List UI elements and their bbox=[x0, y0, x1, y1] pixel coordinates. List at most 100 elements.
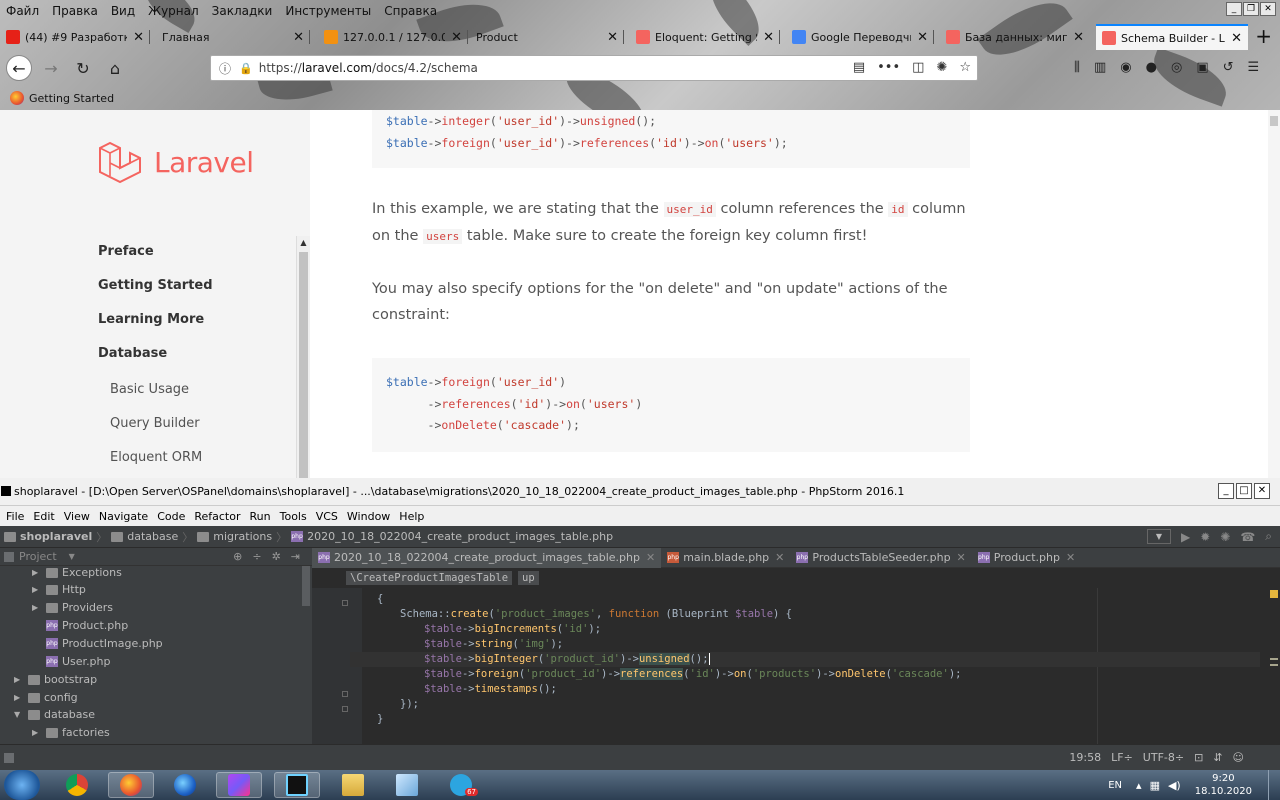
run-config-dropdown[interactable]: ▼ bbox=[1146, 529, 1171, 544]
menu-help[interactable]: Help bbox=[399, 510, 424, 523]
crumb-project[interactable]: shoplaravel bbox=[4, 530, 92, 543]
menu-run[interactable]: Run bbox=[250, 510, 271, 523]
menu-file[interactable]: Файл bbox=[6, 4, 39, 18]
info-icon[interactable]: ⓘ bbox=[219, 60, 231, 77]
menu-help[interactable]: Справка bbox=[384, 4, 437, 18]
taskbar-telegram[interactable]: 67 bbox=[438, 772, 484, 798]
close-tab-icon[interactable]: ✕ bbox=[451, 30, 462, 45]
project-scrollbar[interactable] bbox=[302, 566, 310, 606]
fold-marker-icon[interactable] bbox=[342, 706, 348, 712]
lock-icon[interactable]: ⊡ bbox=[1194, 751, 1203, 764]
menu-navigate[interactable]: Navigate bbox=[99, 510, 148, 523]
project-view-selector[interactable]: Project bbox=[19, 550, 57, 563]
editor-tab[interactable]: php ProductsTableSeeder.php ✕ bbox=[790, 548, 971, 568]
close-tab-icon[interactable]: ✕ bbox=[293, 30, 304, 45]
clock[interactable]: 9:20 18.10.2020 bbox=[1195, 772, 1252, 798]
bookmark-getting-started[interactable]: Getting Started bbox=[29, 92, 114, 105]
caret-position[interactable]: 19:58 bbox=[1069, 751, 1101, 764]
minimize-button[interactable]: _ bbox=[1226, 2, 1242, 16]
menu-view[interactable]: Вид bbox=[111, 4, 135, 18]
menu-hamburger-icon[interactable]: ☰ bbox=[1248, 60, 1260, 75]
browser-tab[interactable]: Google Переводчик ✕ bbox=[786, 24, 934, 50]
tree-item[interactable]: ▶ factories bbox=[32, 724, 110, 741]
tree-item[interactable]: php Product.php bbox=[46, 617, 128, 634]
nav-learning-more[interactable]: Learning More bbox=[98, 312, 204, 327]
coverage-icon[interactable]: ✺ bbox=[1220, 530, 1230, 544]
refresh-addon-icon[interactable]: ↺ bbox=[1223, 60, 1234, 75]
close-tab-icon[interactable]: ✕ bbox=[917, 30, 928, 45]
start-button[interactable] bbox=[4, 770, 40, 800]
home-icon[interactable]: ⌂ bbox=[102, 55, 128, 81]
sidebar-icon[interactable]: ▥ bbox=[1094, 60, 1106, 75]
menu-file[interactable]: File bbox=[6, 510, 24, 523]
bookmark-star-icon[interactable]: ☆ bbox=[959, 60, 971, 75]
warning-icon[interactable] bbox=[1270, 590, 1278, 598]
menu-tools[interactable]: Tools bbox=[280, 510, 307, 523]
tree-item[interactable]: ▶ Exceptions bbox=[32, 564, 122, 581]
maximize-button[interactable]: □ bbox=[1236, 483, 1252, 499]
tree-item[interactable]: php User.php bbox=[46, 653, 111, 670]
browser-tab[interactable]: Главная ✕ bbox=[156, 24, 310, 50]
library-icon[interactable]: ⫼ bbox=[1074, 60, 1080, 75]
code-crumb-method[interactable]: up bbox=[518, 571, 539, 585]
close-tab-icon[interactable]: ✕ bbox=[1231, 31, 1242, 46]
globe-icon[interactable]: ◎ bbox=[1171, 60, 1182, 75]
extension-icon[interactable]: ✺ bbox=[936, 60, 947, 75]
error-stripe-mark[interactable] bbox=[1270, 664, 1278, 666]
page-actions-icon[interactable]: ••• bbox=[877, 60, 900, 75]
close-tab-icon[interactable]: ✕ bbox=[607, 30, 618, 45]
close-tab-icon[interactable]: ✕ bbox=[775, 551, 784, 564]
collapse-icon[interactable]: ÷ bbox=[252, 550, 261, 563]
file-encoding[interactable]: UTF-8÷ bbox=[1143, 751, 1184, 764]
close-tab-icon[interactable]: ✕ bbox=[1066, 551, 1075, 564]
taskbar-notepad[interactable] bbox=[384, 772, 430, 798]
forward-arrow-icon[interactable]: → bbox=[38, 55, 64, 81]
nav-eloquent-orm[interactable]: Eloquent ORM bbox=[110, 450, 202, 465]
taskbar-firefox[interactable] bbox=[108, 772, 154, 798]
menu-edit[interactable]: Edit bbox=[33, 510, 54, 523]
network-icon[interactable]: ▦ bbox=[1150, 779, 1160, 792]
scroll-up-arrow-icon[interactable]: ▲ bbox=[297, 238, 310, 247]
menu-edit[interactable]: Правка bbox=[52, 4, 98, 18]
inspector-icon[interactable]: ☺ bbox=[1233, 751, 1244, 764]
lock-icon[interactable]: 🔒 bbox=[239, 62, 253, 75]
editor-tab[interactable]: php main.blade.php ✕ bbox=[661, 548, 790, 568]
url-text[interactable]: https://laravel.com/docs/4.2/schema bbox=[259, 61, 478, 75]
editor-scrollbar[interactable] bbox=[1268, 588, 1280, 744]
browser-tab[interactable]: 127.0.0.1 / 127.0.0.1 / ✕ bbox=[318, 24, 468, 50]
taskbar-explorer[interactable] bbox=[330, 772, 376, 798]
new-tab-icon[interactable]: + bbox=[1255, 24, 1272, 48]
chat-icon[interactable]: ● bbox=[1146, 60, 1157, 75]
fold-marker-icon[interactable] bbox=[342, 600, 348, 606]
editor-tab[interactable]: php Product.php ✕ bbox=[972, 548, 1081, 568]
close-tab-icon[interactable]: ✕ bbox=[133, 30, 144, 45]
back-arrow-icon[interactable]: ← bbox=[6, 55, 32, 81]
addon-icon[interactable]: ▣ bbox=[1196, 60, 1208, 75]
browser-tab[interactable]: База данных: миграц ✕ bbox=[940, 24, 1090, 50]
crumb-migrations[interactable]: migrations bbox=[197, 530, 272, 543]
close-tab-icon[interactable]: ✕ bbox=[646, 551, 655, 564]
nav-database[interactable]: Database bbox=[98, 346, 167, 361]
menu-view[interactable]: View bbox=[64, 510, 90, 523]
tree-item[interactable]: php ProductImage.php bbox=[46, 635, 163, 652]
close-button[interactable]: ✕ bbox=[1254, 483, 1270, 499]
taskbar-console[interactable] bbox=[274, 772, 320, 798]
reload-icon[interactable]: ↻ bbox=[70, 55, 96, 81]
menu-vcs[interactable]: VCS bbox=[316, 510, 338, 523]
tree-item[interactable]: ▼ database bbox=[14, 706, 95, 723]
menu-code[interactable]: Code bbox=[157, 510, 185, 523]
page-scrollbar[interactable] bbox=[1268, 110, 1280, 478]
run-icon[interactable]: ▶ bbox=[1181, 530, 1190, 544]
menu-tools[interactable]: Инструменты bbox=[285, 4, 371, 18]
tree-item[interactable]: ▶ bootstrap bbox=[14, 671, 97, 688]
fold-marker-icon[interactable] bbox=[342, 691, 348, 697]
menu-window[interactable]: Window bbox=[347, 510, 390, 523]
url-bar[interactable]: ⓘ 🔒 https://laravel.com/docs/4.2/schema … bbox=[210, 55, 978, 81]
page-scroll-thumb[interactable] bbox=[1270, 116, 1278, 126]
crumb-file[interactable]: php 2020_10_18_022004_create_product_imag… bbox=[291, 530, 613, 543]
close-button[interactable]: ✕ bbox=[1260, 2, 1276, 16]
crumb-database[interactable]: database bbox=[111, 530, 178, 543]
editor-tab-active[interactable]: php 2020_10_18_022004_create_product_imag… bbox=[312, 547, 662, 568]
sidebar-scroll-thumb[interactable] bbox=[299, 252, 308, 478]
reader-view-icon[interactable]: ▤ bbox=[853, 60, 865, 75]
